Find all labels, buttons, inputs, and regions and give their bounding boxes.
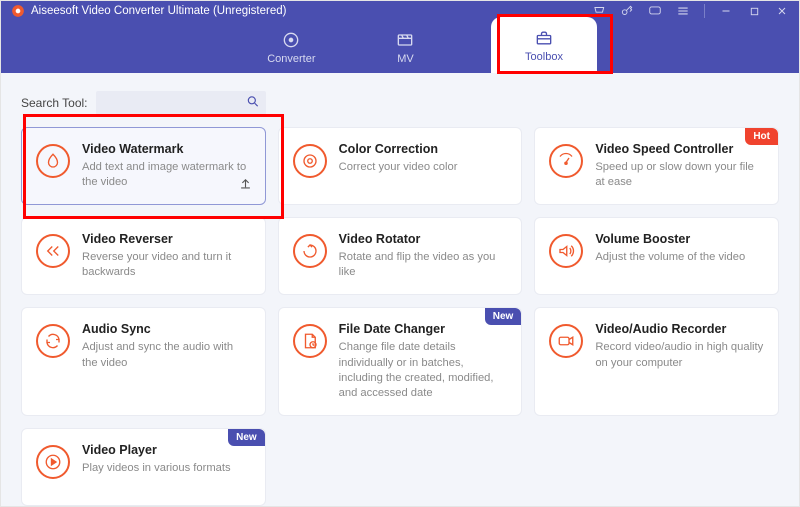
search-row: Search Tool: <box>21 91 779 115</box>
hot-badge: Hot <box>745 128 778 145</box>
tool-title: Color Correction <box>339 142 508 156</box>
tool-title: Volume Booster <box>595 232 764 246</box>
tool-title: Audio Sync <box>82 322 251 336</box>
tool-title: Video Player <box>82 443 251 457</box>
tool-title: Video Rotator <box>339 232 508 246</box>
search-icon[interactable] <box>246 95 260 112</box>
tool-title: Video/Audio Recorder <box>595 322 764 336</box>
app-title: Aiseesoft Video Converter Ultimate (Unre… <box>31 5 286 17</box>
tool-desc: Speed up or slow down your file at ease <box>595 160 764 190</box>
new-badge: New <box>485 308 522 325</box>
tab-mv[interactable]: MV <box>385 24 425 71</box>
file-date-icon <box>293 324 327 358</box>
close-button[interactable] <box>775 4 789 18</box>
title-icons <box>592 4 789 18</box>
reverser-icon <box>36 234 70 268</box>
search-input[interactable] <box>96 91 266 115</box>
audio-sync-icon <box>36 324 70 358</box>
tool-title: Video Speed Controller <box>595 142 764 156</box>
new-badge: New <box>228 429 265 446</box>
tool-card-reverser[interactable]: Video Reverser Reverse your video and tu… <box>21 217 266 295</box>
tool-desc: Reverse your video and turn it backwards <box>82 250 251 280</box>
content-area: Search Tool: Video Watermark Add text an… <box>1 73 799 506</box>
tab-label: Converter <box>267 53 315 65</box>
tool-card-rotator[interactable]: Video Rotator Rotate and flip the video … <box>278 217 523 295</box>
tool-desc: Adjust the volume of the video <box>595 250 764 265</box>
tool-desc: Rotate and flip the video as you like <box>339 250 508 280</box>
color-correction-icon <box>293 144 327 178</box>
cart-icon[interactable] <box>592 4 606 18</box>
tool-card-audio-sync[interactable]: Audio Sync Adjust and sync the audio wit… <box>21 307 266 415</box>
tool-card-video-player[interactable]: New Video Player Play videos in various … <box>21 428 266 506</box>
watermark-icon <box>36 144 70 178</box>
tool-grid: Video Watermark Add text and image water… <box>21 127 779 506</box>
recorder-icon <box>549 324 583 358</box>
tool-title: Video Reverser <box>82 232 251 246</box>
mv-icon <box>395 30 415 50</box>
chat-icon[interactable] <box>648 4 662 18</box>
titlebar: Aiseesoft Video Converter Ultimate (Unre… <box>1 1 799 73</box>
tab-label: Toolbox <box>525 51 563 63</box>
tool-title: Video Watermark <box>82 142 251 156</box>
tab-converter[interactable]: Converter <box>257 24 325 71</box>
player-icon <box>36 445 70 479</box>
key-icon[interactable] <box>620 4 634 18</box>
tool-desc: Record video/audio in high quality on yo… <box>595 340 764 370</box>
logo: Aiseesoft Video Converter Ultimate (Unre… <box>11 4 286 18</box>
app-logo-icon <box>11 4 25 18</box>
search-label: Search Tool: <box>21 96 88 110</box>
tool-card-file-date-changer[interactable]: New File Date Changer Change file date d… <box>278 307 523 415</box>
menu-icon[interactable] <box>676 4 690 18</box>
tool-card-speed-controller[interactable]: Hot Video Speed Controller Speed up or s… <box>534 127 779 205</box>
minimize-button[interactable] <box>719 4 733 18</box>
maximize-button[interactable] <box>747 4 761 18</box>
tool-desc: Add text and image watermark to the vide… <box>82 160 251 190</box>
tab-toolbox[interactable]: Toolbox <box>491 17 597 74</box>
main-tabs: Converter MV Collage Toolbox <box>1 21 799 73</box>
titlebar-top: Aiseesoft Video Converter Ultimate (Unre… <box>1 1 799 21</box>
tool-desc: Play videos in various formats <box>82 461 251 476</box>
speed-icon <box>549 144 583 178</box>
toolbox-icon <box>534 28 554 48</box>
app-window: Aiseesoft Video Converter Ultimate (Unre… <box>0 0 800 507</box>
tool-card-video-watermark[interactable]: Video Watermark Add text and image water… <box>21 127 266 205</box>
converter-icon <box>281 30 301 50</box>
upload-icon[interactable] <box>238 176 253 194</box>
tool-card-color-correction[interactable]: Color Correction Correct your video colo… <box>278 127 523 205</box>
tool-card-volume-booster[interactable]: Volume Booster Adjust the volume of the … <box>534 217 779 295</box>
tab-label: MV <box>397 53 414 65</box>
search-wrap <box>96 91 266 115</box>
tool-desc: Correct your video color <box>339 160 508 175</box>
tool-card-recorder[interactable]: Video/Audio Recorder Record video/audio … <box>534 307 779 415</box>
tool-title: File Date Changer <box>339 322 508 336</box>
tool-desc: Change file date details individually or… <box>339 340 508 400</box>
volume-icon <box>549 234 583 268</box>
rotator-icon <box>293 234 327 268</box>
tool-desc: Adjust and sync the audio with the video <box>82 340 251 370</box>
